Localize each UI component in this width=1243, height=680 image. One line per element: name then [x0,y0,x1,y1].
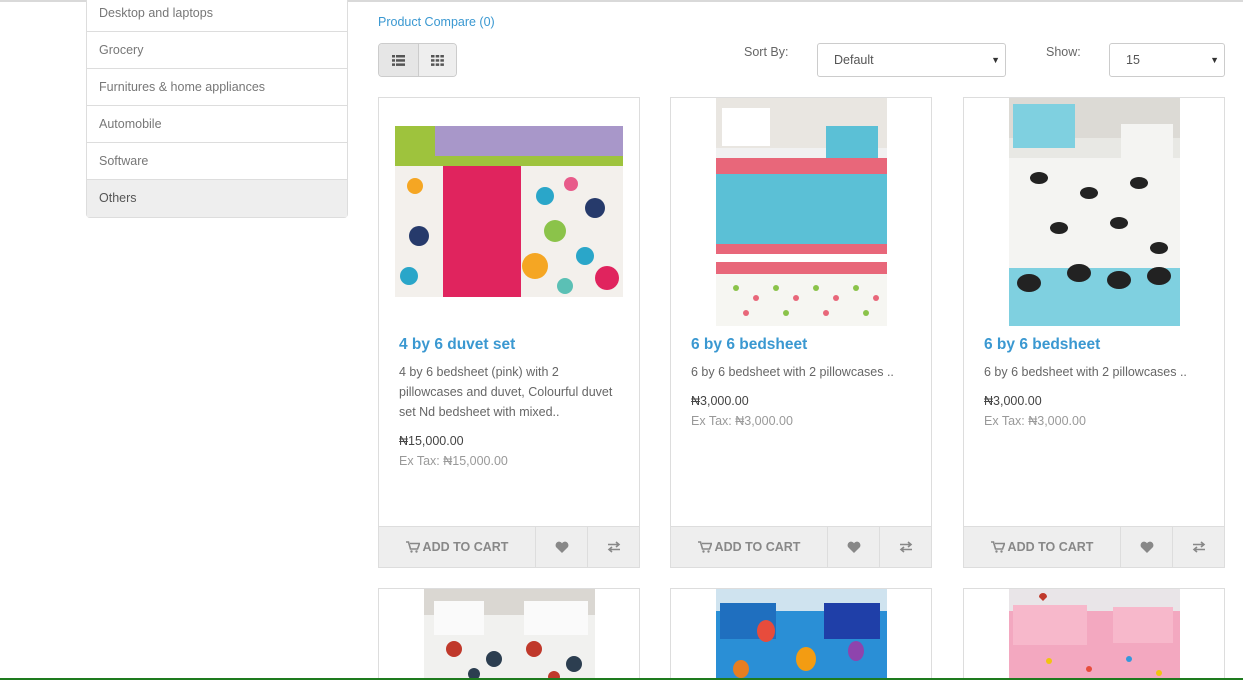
add-to-wishlist-button[interactable] [535,527,587,567]
grid-view-button[interactable] [417,44,456,76]
add-to-cart-button[interactable]: ADD TO CART [964,527,1120,567]
product-description: 6 by 6 bedsheet with 2 pillowcases .. [691,365,894,379]
product-image-link[interactable] [379,98,639,328]
product-compare-link[interactable]: Product Compare (0) [378,15,495,29]
product-price: ₦3,000.00 [691,394,749,408]
product-image [1009,98,1180,326]
category-others[interactable]: Others [87,180,347,217]
product-description: 4 by 6 bedsheet (pink) with 2 pillowcase… [399,365,613,419]
product-card: 6 by 6 bedsheet 6 by 6 bedsheet with 2 p… [963,97,1225,568]
show-limit-select[interactable]: 15 ▼ [1109,43,1225,77]
product-card [378,588,640,680]
add-to-cart-label: ADD TO CART [1007,540,1094,554]
product-price: ₦15,000.00 [399,434,464,448]
category-software[interactable]: Software [87,143,347,180]
product-title[interactable]: 4 by 6 duvet set [399,336,515,354]
product-card [963,588,1225,680]
product-image[interactable] [1009,589,1180,680]
exchange-icon [1192,541,1205,553]
exchange-icon [899,541,912,553]
add-to-wishlist-button[interactable] [827,527,879,567]
list-icon [391,54,405,66]
shopping-cart-icon [697,541,712,553]
shopping-cart-icon [405,541,420,553]
product-card: 4 by 6 duvet set 4 by 6 bedsheet (pink) … [378,97,640,568]
product-title[interactable]: 6 by 6 bedsheet [984,336,1100,354]
add-to-cart-button[interactable]: ADD TO CART [671,527,827,567]
product-image [716,98,887,326]
compare-button[interactable] [879,527,931,567]
add-to-cart-button[interactable]: ADD TO CART [379,527,535,567]
category-desktop-laptops[interactable]: Desktop and laptops [87,0,347,32]
sort-select[interactable]: Default ▼ [817,43,1006,77]
product-image [395,126,623,297]
product-image[interactable] [424,589,595,680]
category-automobile[interactable]: Automobile [87,106,347,143]
product-ex-tax: Ex Tax: ₦3,000.00 [984,414,1086,428]
add-to-wishlist-button[interactable] [1120,527,1172,567]
product-actions: ADD TO CART [378,526,640,568]
caret-down-icon: ▼ [991,55,1000,65]
product-price: ₦3,000.00 [984,394,1042,408]
product-actions: ADD TO CART [963,526,1225,568]
sort-selected-value: Default [834,53,874,67]
category-grocery[interactable]: Grocery [87,32,347,69]
heart-icon [555,541,568,553]
product-card [670,588,932,680]
grid-icon [430,54,444,66]
add-to-cart-label: ADD TO CART [422,540,509,554]
product-card: 6 by 6 bedsheet 6 by 6 bedsheet with 2 p… [670,97,932,568]
exchange-icon [607,541,620,553]
shopping-cart-icon [990,541,1005,553]
heart-icon [1140,541,1153,553]
product-actions: ADD TO CART [670,526,932,568]
product-description: 6 by 6 bedsheet with 2 pillowcases .. [984,365,1187,379]
show-label: Show: [1046,45,1081,59]
sort-label: Sort By: [744,45,789,59]
list-view-button[interactable] [379,44,418,76]
product-ex-tax: Ex Tax: ₦15,000.00 [399,454,508,468]
add-to-cart-label: ADD TO CART [714,540,801,554]
product-title[interactable]: 6 by 6 bedsheet [691,336,807,354]
compare-button[interactable] [587,527,639,567]
product-ex-tax: Ex Tax: ₦3,000.00 [691,414,793,428]
compare-button[interactable] [1172,527,1224,567]
product-image-link[interactable] [964,98,1224,328]
heart-icon [847,541,860,553]
category-furnitures[interactable]: Furnitures & home appliances [87,69,347,106]
product-image-link[interactable] [671,98,931,328]
show-selected-value: 15 [1126,53,1140,67]
view-toggle [378,43,457,77]
product-image[interactable] [716,589,887,680]
caret-down-icon: ▼ [1210,55,1219,65]
category-list: Desktop and laptops Grocery Furnitures &… [86,0,348,218]
